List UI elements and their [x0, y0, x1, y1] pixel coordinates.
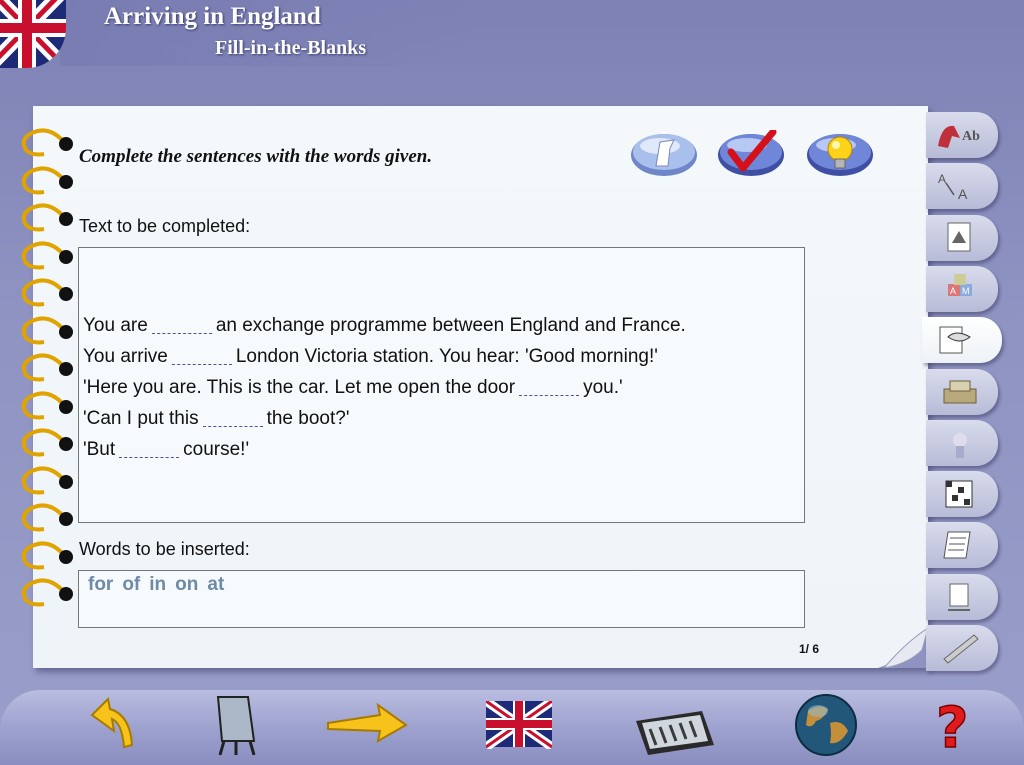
text-label: Text to be completed: [79, 216, 251, 236]
word-chip[interactable]: on [175, 574, 198, 596]
spiral-ring [18, 540, 76, 571]
spiral-ring [18, 353, 76, 383]
union-jack-corner-icon [0, 0, 66, 68]
words-label: Words to be inserted: [79, 539, 250, 559]
lightbulb-icon [807, 134, 873, 176]
sentence-line: 'Can I put this the boot?' [83, 403, 686, 434]
board-icon [216, 696, 256, 756]
side-tab-writing[interactable] [926, 625, 998, 671]
text-to-complete-box: You are an exchange programme between Eng… [78, 247, 805, 523]
spiral-ring [18, 203, 76, 233]
spiral-ring [18, 278, 76, 308]
spiral-ring [18, 165, 76, 196]
blank-slot[interactable] [119, 443, 180, 458]
check-icon [718, 128, 784, 176]
sentence-text-after: you.' [583, 377, 623, 398]
sentence-line: 'But course!' [83, 434, 686, 465]
side-tab-typewriter[interactable] [926, 368, 998, 415]
back-button[interactable] [84, 693, 154, 759]
page-indicator: 1/ 6 [799, 642, 820, 656]
svg-text:A: A [958, 186, 968, 202]
sentence-text-before: You are [83, 315, 148, 336]
sentence-text-before: 'But [83, 439, 116, 460]
union-jack-flag-icon [483, 697, 555, 751]
sentence-line: 'Here you are. This is the car. Let me o… [83, 372, 686, 403]
sentence-text-before: 'Can I put this [83, 408, 199, 429]
word-chip[interactable]: in [149, 574, 166, 596]
word-chip[interactable]: at [207, 574, 224, 596]
word-chip[interactable]: of [122, 574, 140, 596]
hint-button[interactable] [806, 130, 874, 178]
header: Arriving in England Fill-in-the-Blanks [0, 0, 1024, 100]
spiral-ring [18, 390, 76, 421]
sentence-text-after: London Victoria station. You hear: 'Good… [235, 346, 658, 367]
forward-button[interactable] [326, 693, 410, 759]
blank-slot[interactable] [519, 381, 580, 396]
page-curl-next[interactable] [878, 626, 929, 669]
svg-text:M: M [962, 286, 970, 296]
side-tab-listening[interactable] [926, 419, 998, 466]
spiral-binding [18, 128, 78, 638]
board-button[interactable] [210, 693, 280, 759]
side-tab-pronunciation-aa[interactable]: AA [926, 163, 998, 210]
word-chip[interactable]: for [88, 574, 113, 596]
spiral-ring [18, 578, 76, 608]
eraser-button[interactable] [630, 130, 698, 178]
side-tab-bar: Ab A A A M [922, 108, 1024, 671]
svg-text:Ab: Ab [962, 129, 980, 144]
globe-icon [795, 694, 857, 756]
spiral-ring [18, 503, 76, 533]
forward-arrow-icon [327, 702, 408, 743]
sentence-text-after: an exchange programme between England an… [215, 315, 686, 336]
blank-slot[interactable] [171, 350, 232, 365]
help-icon: ? [935, 695, 969, 762]
back-arrow-icon [90, 696, 134, 749]
side-tab-vocabulary-ab[interactable]: Ab [926, 112, 998, 158]
blank-slot[interactable] [151, 319, 212, 334]
side-tab-document[interactable] [926, 522, 998, 569]
spiral-ring [18, 128, 76, 158]
svg-text:A: A [938, 172, 946, 186]
page-subtitle: Fill-in-the-Blanks [215, 37, 367, 59]
sentence-text-before: 'Here you are. This is the car. Let me o… [83, 377, 516, 398]
blank-slot[interactable] [202, 412, 263, 427]
side-tab-picture-dictionary[interactable] [926, 214, 998, 261]
spiral-ring [18, 465, 76, 496]
eraser-icon [631, 134, 697, 176]
side-tab-alphabet-blocks[interactable]: AM [926, 265, 998, 312]
sentence-line: You are an exchange programme between Eng… [83, 310, 686, 341]
side-tab-fill-in-blanks[interactable] [922, 317, 1002, 364]
svg-text:?: ? [936, 696, 968, 757]
globe-button[interactable] [794, 693, 864, 759]
words-bank-box: for of in on at [78, 570, 805, 628]
keyboard-settings-icon [636, 711, 714, 755]
spiral-ring [18, 428, 76, 458]
sentence-line: You arrive London Victoria station. You h… [83, 341, 686, 372]
spiral-ring [18, 315, 76, 346]
sentence-text-after: the boot?' [266, 408, 350, 429]
spiral-ring [18, 240, 76, 271]
sentence-text-before: You arrive [83, 346, 168, 367]
language-button[interactable] [483, 693, 556, 759]
instruction-text: Complete the sentences with the words gi… [79, 146, 433, 167]
page-title: Arriving in England [104, 3, 321, 30]
svg-text:A: A [950, 286, 956, 296]
sentence-text-after: course!' [183, 439, 250, 460]
side-tab-crossword[interactable] [926, 471, 998, 518]
help-button[interactable]: ? [928, 693, 998, 762]
settings-button[interactable] [632, 693, 716, 759]
side-tab-test[interactable] [926, 573, 998, 620]
check-button[interactable] [717, 128, 785, 178]
